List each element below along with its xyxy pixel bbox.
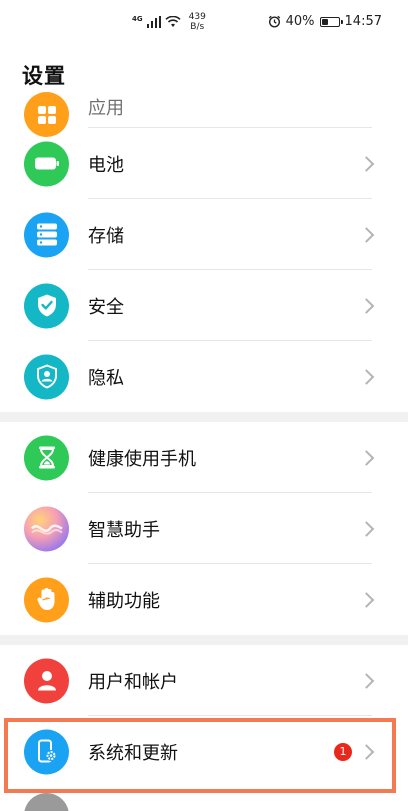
battery-status-icon <box>319 16 343 27</box>
chevron-right-icon <box>358 743 375 760</box>
settings-item-label: 健康使用手机 <box>88 448 196 470</box>
chevron-right-icon <box>358 226 375 243</box>
shield-check-icon <box>24 283 69 328</box>
settings-item-label: 存储 <box>88 225 124 247</box>
signal-icon <box>146 16 161 28</box>
settings-item-security[interactable]: 安全 <box>0 270 408 341</box>
clock: 14:57 <box>344 14 382 29</box>
settings-item-label: 应用 <box>88 98 124 119</box>
settings-item-system-update[interactable]: 系统和更新 1 <box>0 716 408 793</box>
hand-icon <box>24 577 69 622</box>
settings-item-users-accounts[interactable]: 用户和帐户 <box>0 645 408 716</box>
settings-item-accessibility[interactable]: 辅助功能 <box>0 564 408 635</box>
battery-fill <box>321 18 328 25</box>
page-title: 设置 <box>22 64 66 88</box>
chevron-right-icon <box>358 155 375 172</box>
speed-value: 439 <box>188 12 206 22</box>
chevron-right-icon <box>358 591 375 608</box>
settings-item-privacy[interactable]: 隐私 <box>0 341 408 412</box>
network-type: 4G <box>132 14 143 23</box>
group-separator <box>0 412 408 422</box>
storage-icon <box>24 212 69 257</box>
settings-item-digital-balance[interactable]: 健康使用手机 <box>0 422 408 493</box>
smart-assistant-icon <box>24 506 69 551</box>
settings-item-label: 系统和更新 <box>88 742 178 764</box>
chevron-right-icon <box>358 368 375 385</box>
chevron-right-icon <box>358 297 375 314</box>
privacy-shield-icon <box>24 354 69 399</box>
chevron-right-icon <box>358 672 375 689</box>
phone-gear-icon <box>24 729 69 774</box>
wifi-icon <box>165 16 181 27</box>
settings-item-label: 隐私 <box>88 367 124 389</box>
chevron-right-icon <box>358 449 375 466</box>
speed-unit: B/s <box>190 22 205 32</box>
settings-item-storage[interactable]: 存储 <box>0 199 408 270</box>
group-separator <box>0 635 408 645</box>
battery-percent: 40% <box>285 14 315 29</box>
settings-item-smart-assistant[interactable]: 智慧助手 <box>0 493 408 564</box>
settings-item-apps[interactable]: 应用 <box>0 92 408 137</box>
chevron-right-icon <box>358 520 375 537</box>
settings-item-label: 智慧助手 <box>88 519 160 541</box>
settings-item-label: 安全 <box>88 296 124 318</box>
battery-icon <box>24 141 69 186</box>
status-bar: 4G 439 B/s 40% 14:57 <box>0 0 408 44</box>
notification-badge: 1 <box>334 742 352 761</box>
network-speed: 439 B/s <box>189 12 206 32</box>
settings-screen: 4G 439 B/s 40% 14:57 设置 应用 电池 存储 安全 隐私 健… <box>0 0 408 811</box>
hourglass-icon <box>24 435 69 480</box>
settings-item-battery[interactable]: 电池 <box>0 128 408 199</box>
status-left: 4G 439 B/s <box>132 12 206 32</box>
alarm-icon <box>268 15 280 28</box>
status-right: 40% 14:57 <box>268 14 382 29</box>
settings-item-next-peek <box>0 787 408 811</box>
settings-item-label: 辅助功能 <box>88 590 160 612</box>
settings-list[interactable]: 应用 电池 存储 安全 隐私 健康使用手机 智慧助手 辅助功能 用户和帐户 系统… <box>0 92 408 811</box>
user-icon <box>24 658 69 703</box>
next-item-icon <box>24 793 69 811</box>
settings-item-label: 电池 <box>88 154 124 176</box>
settings-item-label: 用户和帐户 <box>88 671 178 693</box>
